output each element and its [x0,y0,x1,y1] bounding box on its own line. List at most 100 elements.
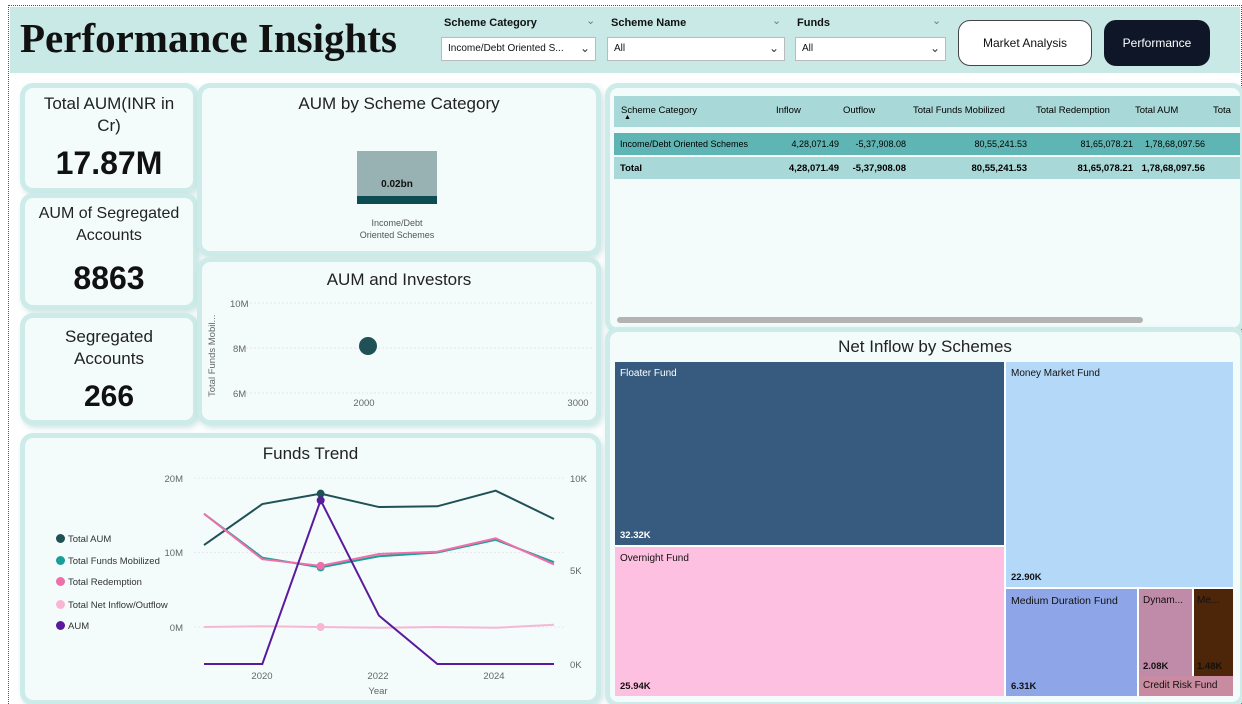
right-y-tick-label: 5K [570,566,582,577]
left-y-tick-label: 20M [165,474,184,485]
series-point[interactable] [316,561,325,570]
kpi-value: 8863 [73,260,145,296]
treemap-cell-medium-duration-fund[interactable]: Medium Duration Fund 6.31K [1006,589,1139,696]
scheme-name-dropdown[interactable]: All ⌄ [607,37,785,61]
scatter-point[interactable] [359,337,377,355]
series-point[interactable] [316,623,325,631]
treemap-value: 6.31K [1011,681,1037,692]
kpi-label: Segregated Accounts [65,327,153,368]
treemap-cell-dynamic[interactable]: Dynam... 2.08K [1139,589,1194,676]
left-y-tick-label: 0M [170,623,183,634]
scheme-category-dropdown[interactable]: Income/Debt Oriented S... ⌄ [441,37,596,61]
funds-value: All [802,43,814,54]
page-title: Performance Insights [20,15,397,61]
x-tick-label: 3000 [567,398,588,409]
y-tick-label: 10M [230,299,249,310]
table-row[interactable]: Income/Debt Oriented Schemes 4,28,071.49… [614,133,1240,155]
aum-investors-chart: 10M 8M 6M 2000 3000 Total Funds Mobil... [207,299,592,409]
slicer-label-funds: Funds [797,17,830,29]
treemap-cell-me[interactable]: Me... 1.48K [1194,589,1233,676]
table-cell: -5,37,908.08 [852,163,906,174]
treemap-value: 22.90K [1011,572,1042,583]
performance-button[interactable]: Performance [1104,20,1210,66]
slicer-label-scheme-category: Scheme Category [444,17,537,29]
sort-ascending-icon: ▲ [624,114,631,121]
series-point[interactable] [316,496,325,505]
x-axis-label: Year [368,686,387,697]
table-cell: Income/Debt Oriented Schemes [620,139,749,149]
series-line-total-aum[interactable] [203,489,555,546]
left-y-tick-label: 10M [165,548,184,559]
column-header-outflow[interactable]: Outflow [843,105,875,116]
y-axis-label: Total Funds Mobil... [207,315,218,397]
treemap-value: 2.08K [1143,661,1169,672]
table-cell: 1,78,68,097.56 [1144,139,1205,149]
table-cell: Total [620,163,642,174]
treemap-value: 1.48K [1197,661,1223,672]
x-tick-label: 2024 [483,671,504,682]
column-header-inflow[interactable]: Inflow [776,105,801,116]
chevron-down-icon: ⌄ [768,41,779,55]
treemap-label: Credit Risk Fund [1143,680,1218,691]
column-header-scheme-category[interactable]: Scheme Category [621,105,697,116]
table-cell: 81,65,078.21 [1080,139,1133,149]
horizontal-scrollbar[interactable] [617,317,1143,323]
treemap-value: 32.32K [620,530,651,541]
funds-dropdown[interactable]: All ⌄ [795,37,946,61]
series-line-total-redemption[interactable] [203,512,555,567]
chevron-down-icon[interactable]: ⌄ [772,14,781,27]
table-cell: 4,28,071.49 [788,163,839,174]
treemap-cell-money-market-fund[interactable]: Money Market Fund 22.90K [1006,362,1233,589]
table-cell: 81,65,078.21 [1077,163,1133,174]
y-tick-label: 6M [233,389,246,400]
right-y-tick-label: 0K [570,660,582,671]
x-tick-label: 2022 [367,671,388,682]
chevron-down-icon[interactable]: ⌄ [932,14,941,27]
column-header-total-aum[interactable]: Total AUM [1135,105,1178,116]
kpi-card-total-aum: Total AUM(INR in Cr) 17.87M [25,88,193,188]
chevron-down-icon[interactable]: ⌄ [586,14,595,27]
treemap-label: Me... [1197,595,1220,606]
column-header-truncated[interactable]: Tota [1213,105,1231,116]
series-line-aum[interactable] [204,497,554,665]
aum-by-category-chart: 0.02bn Income/Debt Oriented Schemes [357,151,437,240]
category-label-line1: Income/Debt [371,218,423,228]
table-cell: 1,78,68,097.56 [1141,163,1205,174]
treemap-value: 25.94K [620,681,651,692]
column-header-total-redemption[interactable]: Total Redemption [1036,105,1110,116]
slicer-label-scheme-name: Scheme Name [611,17,687,29]
scheme-category-value: Income/Debt Oriented S... [448,43,564,54]
kpi-value: 17.87M [55,145,163,181]
right-y-tick-label: 10K [570,474,588,485]
treemap-label: Medium Duration Fund [1011,595,1118,607]
category-label-line2: Oriented Schemes [360,230,435,240]
treemap-cell-overnight-fund[interactable]: Overnight Fund 25.94K [615,547,1006,696]
aum-by-category-card: AUM by Scheme Category 0.02bn Income/Deb… [202,88,596,251]
table-cell: 80,55,241.53 [974,139,1027,149]
chevron-down-icon: ⌄ [929,41,940,55]
bar-data-label: 0.02bn [381,179,413,190]
funds-trend-chart: 20M 10M 0M 10K 5K 0K 2020 2022 2024 Year [165,474,588,697]
treemap-label: Dynam... [1143,595,1184,606]
kpi-card-segregated-accounts: Segregated Accounts 266 [25,318,193,420]
market-analysis-button[interactable]: Market Analysis [958,20,1092,66]
funds-trend-card: Funds Trend Total AUM Total Funds Mobili… [25,438,596,700]
scheme-name-value: All [614,43,626,54]
kpi-label: Total AUM(INR in Cr) [43,94,175,135]
treemap-label: Overnight Fund [620,553,689,564]
kpi-value: 266 [83,380,135,413]
treemap-label: Money Market Fund [1011,368,1100,379]
column-header-total-funds-mobilized[interactable]: Total Funds Mobilized [913,105,1005,116]
table-cell: 4,28,071.49 [791,139,839,149]
series-line-total-net-inflow-outflow[interactable] [203,623,555,629]
y-tick-label: 8M [233,344,246,355]
table-total-row: Total 4,28,071.49 -5,37,908.08 80,55,241… [614,157,1240,179]
table-cell: -5,37,908.08 [855,139,906,149]
treemap-cell-floater-fund[interactable]: Floater Fund 32.32K [615,362,1006,547]
treemap-cell-credit-risk-fund[interactable]: Credit Risk Fund [1139,676,1233,696]
x-tick-label: 2000 [353,398,374,409]
aum-investors-card: AUM and Investors 10M 8M 6M 2000 3000 To… [202,262,596,420]
treemap-label: Floater Fund [620,368,677,379]
table-header-row: Scheme Category ▲ Inflow Outflow Total F… [614,96,1240,127]
table-cell: 80,55,241.53 [971,163,1027,174]
